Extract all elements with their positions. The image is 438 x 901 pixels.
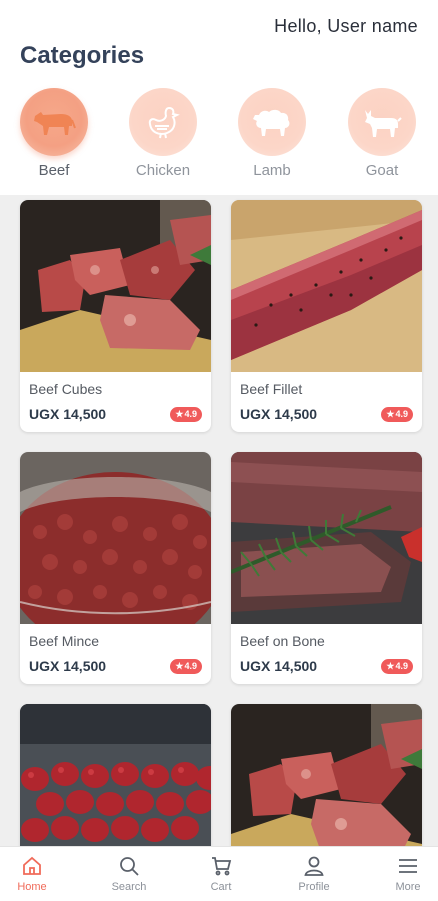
category-beef[interactable]: Beef — [9, 88, 99, 179]
beef-fillet-photo — [231, 200, 422, 372]
rating-value: 4.9 — [184, 661, 197, 671]
rating-value: 4.9 — [395, 661, 408, 671]
product-card[interactable]: Beef on Bone UGX 14,500 ★4.9 — [231, 452, 422, 684]
sheep-icon — [238, 88, 306, 156]
nav-home[interactable]: Home — [0, 855, 67, 893]
beef-mince-photo — [20, 452, 211, 624]
product-price: UGX 14,500 — [29, 406, 107, 422]
product-name: Beef Cubes — [29, 381, 103, 397]
rating-badge: ★4.9 — [170, 407, 202, 422]
category-label: Chicken — [135, 162, 191, 179]
nav-more[interactable]: More — [373, 855, 438, 893]
product-name: Beef Fillet — [240, 381, 303, 397]
category-lamb[interactable]: Lamb — [227, 88, 317, 179]
nav-search[interactable]: Search — [94, 855, 164, 893]
cow-icon — [20, 88, 88, 156]
product-card[interactable]: Beef Fillet UGX 14,500 ★4.9 — [231, 200, 422, 432]
nav-label: Home — [17, 881, 47, 893]
nav-label: Profile — [298, 881, 330, 893]
greeting-text: Hello, User name — [274, 16, 418, 36]
sausages-photo — [20, 704, 211, 846]
nav-profile[interactable]: Profile — [279, 855, 349, 893]
beef-on-bone-photo — [231, 452, 422, 624]
page-title: Categories — [20, 42, 145, 69]
star-icon: ★ — [386, 409, 395, 419]
product-price: UGX 14,500 — [240, 406, 318, 422]
product-price: UGX 14,500 — [240, 658, 318, 674]
bottom-nav: Home Search Cart Profile More — [0, 846, 438, 901]
nav-label: Cart — [210, 881, 232, 893]
chicken-icon — [129, 88, 197, 156]
product-grid: Beef Cubes UGX 14,500 ★4.9 Beef Fillet U… — [0, 198, 438, 846]
nav-label: Search — [111, 881, 147, 893]
product-card[interactable]: Beef Cubes UGX 14,500 ★4.9 — [20, 200, 211, 432]
menu-icon — [373, 855, 438, 877]
star-icon: ★ — [386, 661, 395, 671]
beef-cubes-photo — [231, 704, 422, 846]
rating-badge: ★4.9 — [381, 407, 413, 422]
search-icon — [94, 855, 164, 877]
home-icon — [0, 855, 67, 877]
product-card[interactable]: Beef Mince UGX 14,500 ★4.9 — [20, 452, 211, 684]
rating-value: 4.9 — [395, 409, 408, 419]
product-card[interactable] — [20, 704, 211, 846]
category-chicken[interactable]: Chicken — [118, 88, 208, 179]
product-card[interactable] — [231, 704, 422, 846]
nav-label: More — [395, 881, 421, 893]
category-goat[interactable]: Goat — [337, 88, 427, 179]
product-name: Beef Mince — [29, 633, 100, 649]
star-icon: ★ — [175, 409, 184, 419]
profile-icon — [279, 855, 349, 877]
category-label: Lamb — [253, 162, 291, 179]
rating-badge: ★4.9 — [381, 659, 413, 674]
rating-value: 4.9 — [184, 409, 197, 419]
star-icon: ★ — [175, 661, 184, 671]
cart-icon — [186, 855, 256, 877]
nav-cart[interactable]: Cart — [186, 855, 256, 893]
category-label: Beef — [38, 162, 70, 179]
category-label: Goat — [365, 162, 399, 179]
category-list: Beef Chicken Lamb Goat — [0, 88, 438, 183]
product-price: UGX 14,500 — [29, 658, 107, 674]
product-name: Beef on Bone — [240, 633, 325, 649]
rating-badge: ★4.9 — [170, 659, 202, 674]
goat-icon — [348, 88, 416, 156]
header: Hello, User name Categories Beef Chicken… — [0, 0, 438, 195]
beef-cubes-photo — [20, 200, 211, 372]
